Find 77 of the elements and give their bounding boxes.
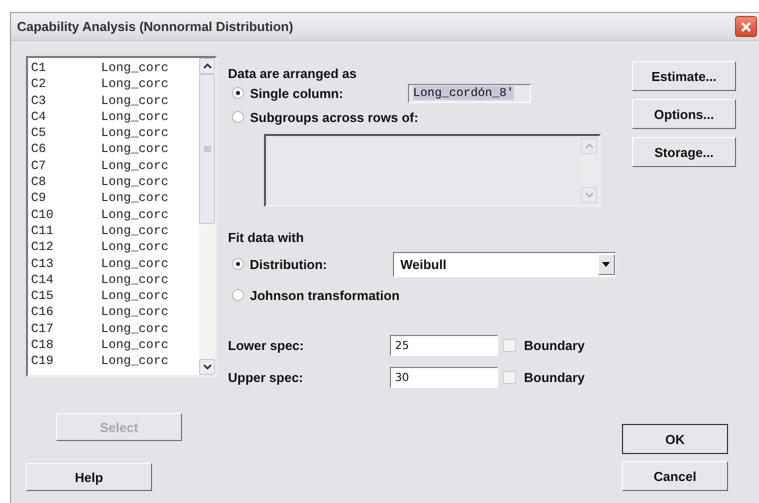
column-name[interactable]: Long_corc xyxy=(101,239,167,256)
column-id[interactable]: C6 xyxy=(31,141,101,158)
column-name[interactable]: Long_corc xyxy=(101,76,167,93)
column-name[interactable]: Long_corc xyxy=(101,206,167,223)
scrollbar[interactable] xyxy=(581,138,597,203)
scrollbar[interactable] xyxy=(199,58,215,375)
radio-label: Johnson transformation xyxy=(250,288,400,302)
subgroups-field[interactable] xyxy=(264,134,601,207)
column-id[interactable]: C19 xyxy=(31,353,101,370)
radio-button[interactable] xyxy=(232,111,244,123)
column-id[interactable]: C1 xyxy=(31,60,101,76)
dialog-button[interactable]: Estimate... xyxy=(632,61,736,91)
radio-button[interactable] xyxy=(232,289,244,301)
dialog-button[interactable]: Storage... xyxy=(632,137,736,167)
cancel-button[interactable]: Cancel xyxy=(622,461,728,491)
radio-label: Single column: xyxy=(250,86,344,100)
boundary-checkbox[interactable] xyxy=(503,370,516,384)
window-title: Capability Analysis (Nonnormal Distribution) xyxy=(17,19,294,34)
column-name[interactable]: Long_corc xyxy=(101,108,167,126)
column-name[interactable]: Long_corc xyxy=(101,304,167,321)
column-id[interactable]: C3 xyxy=(31,92,101,109)
help-button[interactable]: Help xyxy=(26,463,152,491)
column-name[interactable]: Long_corc xyxy=(101,272,167,288)
spec-label: Upper spec: xyxy=(228,370,304,384)
spec-field[interactable]: 30 xyxy=(390,366,498,388)
column-id[interactable]: C5 xyxy=(31,125,101,142)
close-button[interactable] xyxy=(735,16,757,37)
checkbox-label: Boundary xyxy=(524,370,585,384)
radio-button[interactable] xyxy=(232,87,244,99)
column-name[interactable]: Long_corc xyxy=(101,190,167,207)
close-icon xyxy=(740,20,752,32)
column-id[interactable]: C18 xyxy=(31,337,101,354)
column-name[interactable]: Long_corc xyxy=(101,174,167,190)
scroll-down-icon xyxy=(202,364,212,370)
column-name[interactable]: Long_corc xyxy=(101,141,167,158)
section-heading: Fit data with xyxy=(228,230,305,245)
column-id[interactable]: C15 xyxy=(31,288,101,304)
column-id[interactable]: C4 xyxy=(31,108,101,126)
radio-button[interactable] xyxy=(232,258,244,270)
column-name[interactable]: Long_corc xyxy=(101,125,167,142)
dialog-button[interactable]: Options... xyxy=(632,99,736,129)
boundary-checkbox[interactable] xyxy=(503,338,516,352)
column-name[interactable]: Long_corc xyxy=(101,256,167,272)
column-id[interactable]: C17 xyxy=(31,320,101,338)
column-id[interactable]: C9 xyxy=(31,190,101,207)
grip-icon xyxy=(204,146,210,152)
radio-label: Distribution: xyxy=(250,256,328,272)
column-id[interactable]: C11 xyxy=(31,222,101,240)
column-name[interactable]: Long_corc xyxy=(101,337,167,354)
ok-button[interactable]: OK xyxy=(622,424,728,454)
column-name[interactable]: Long_corc xyxy=(101,288,167,304)
scroll-up-icon xyxy=(202,63,212,69)
column-id[interactable]: C10 xyxy=(31,206,101,223)
column-name[interactable]: Long_corc xyxy=(101,320,167,338)
column-id[interactable]: C8 xyxy=(31,174,101,190)
column-id[interactable]: C2 xyxy=(31,76,101,93)
column-name[interactable]: Long_corc xyxy=(101,60,167,76)
distribution-dropdown[interactable]: Weibull xyxy=(393,252,616,276)
column-id[interactable]: C13 xyxy=(31,256,101,272)
column-id[interactable]: C16 xyxy=(31,304,101,321)
scroll-down-icon xyxy=(584,192,594,198)
radio-label: Subgroups across rows of: xyxy=(250,110,418,124)
column-id[interactable]: C7 xyxy=(31,158,101,174)
column-name[interactable]: Long_corc xyxy=(101,222,167,240)
column-name[interactable]: Long_corc xyxy=(101,92,167,109)
column-name[interactable]: Long_corc xyxy=(101,353,167,370)
scroll-up-icon xyxy=(584,143,594,149)
column-id[interactable]: C12 xyxy=(31,239,101,256)
spec-field[interactable]: 25 xyxy=(390,334,498,356)
column-name[interactable]: Long_corc xyxy=(101,158,167,174)
column-id[interactable]: C14 xyxy=(31,272,101,288)
section-heading: Data are arranged as xyxy=(228,66,358,81)
column-field[interactable]: Long_cordón_8' xyxy=(408,84,531,102)
checkbox-label: Boundary xyxy=(524,338,585,352)
dropdown-value: Weibull xyxy=(400,256,446,272)
dropdown-arrow-icon xyxy=(602,262,610,266)
spec-label: Lower spec: xyxy=(228,338,305,352)
